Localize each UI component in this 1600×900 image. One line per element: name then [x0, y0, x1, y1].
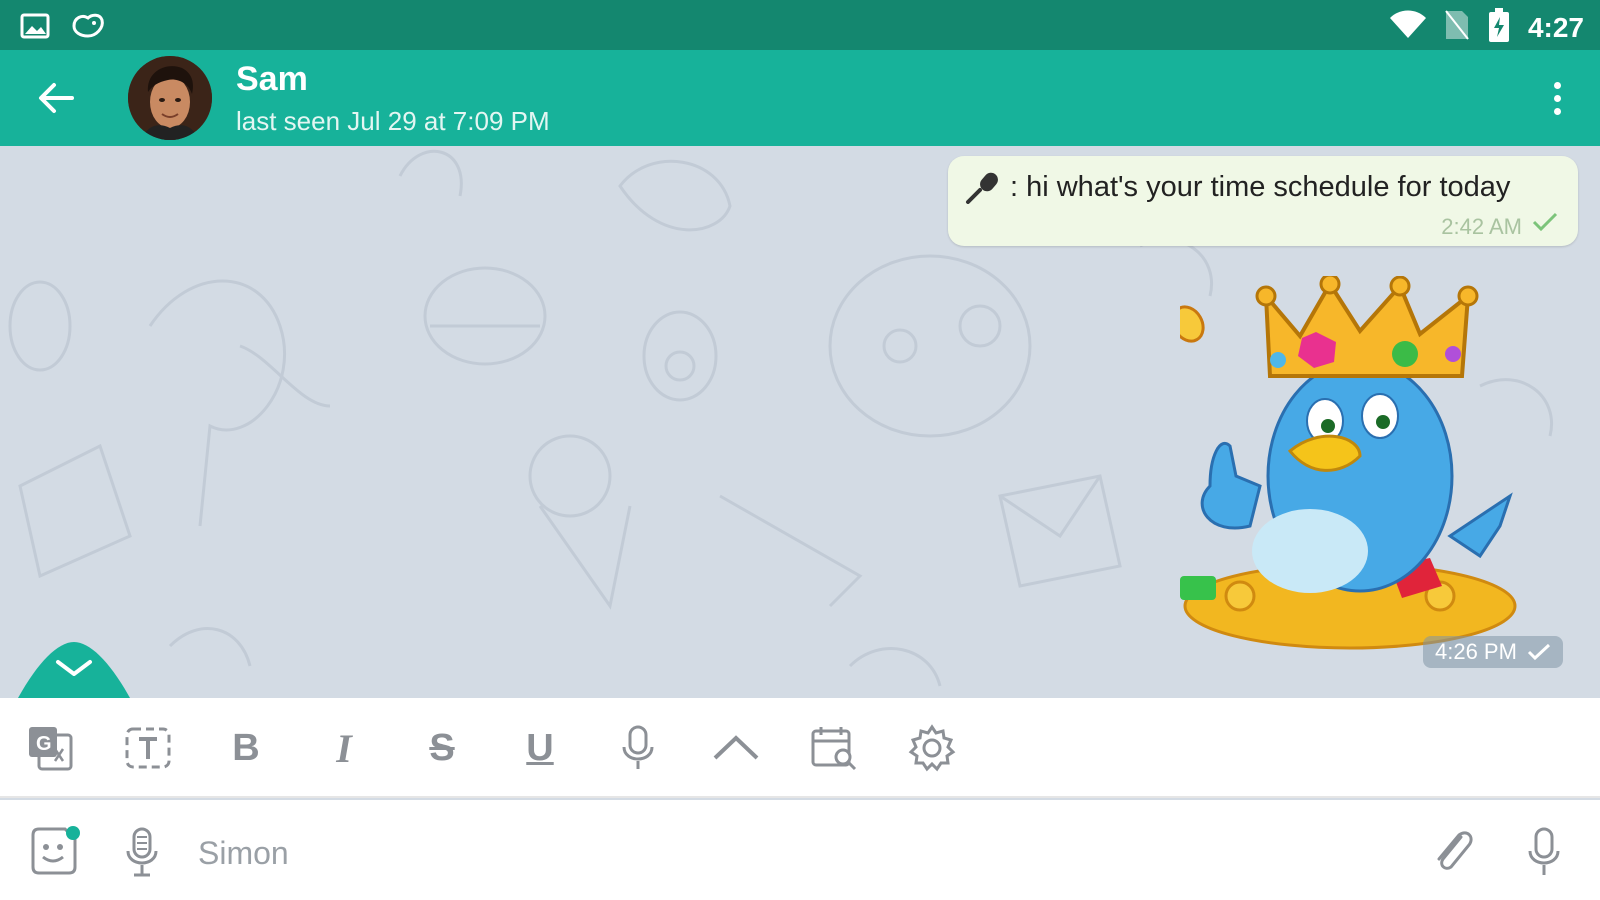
status-bar: 4:27	[0, 0, 1600, 50]
calendar-search-icon	[811, 727, 857, 771]
chat-header: Sam last seen Jul 29 at 7:09 PM	[0, 50, 1600, 146]
bold-icon: B	[232, 726, 260, 769]
voice-typing-button[interactable]	[610, 720, 666, 776]
status-time: 4:27	[1527, 11, 1584, 43]
message-input[interactable]	[198, 828, 1378, 878]
schedule-search-button[interactable]	[806, 720, 862, 776]
avatar[interactable]	[128, 56, 212, 140]
strikethrough-button[interactable]: S	[414, 720, 470, 776]
translate-button[interactable]: G	[22, 720, 78, 776]
bird-icon	[70, 12, 106, 45]
text-box-icon	[125, 727, 171, 769]
paperclip-icon	[1437, 831, 1473, 870]
attach-button[interactable]	[1424, 822, 1484, 882]
image-icon	[20, 13, 50, 44]
italic-button[interactable]: I	[316, 720, 372, 776]
formatting-toolbar: G B I S U	[0, 698, 1600, 798]
bold-button[interactable]: B	[218, 720, 274, 776]
arrow-left-icon	[39, 83, 74, 113]
microphone-outline-icon	[126, 827, 158, 877]
sticker-time: 4:26 PM	[1435, 639, 1517, 664]
more-options-button[interactable]	[1542, 76, 1572, 120]
record-voice-button[interactable]	[1514, 822, 1574, 882]
contact-name[interactable]: Sam	[236, 60, 308, 99]
back-button[interactable]	[30, 76, 82, 120]
message-text-row: : hi what's your time schedule for today	[964, 170, 1510, 204]
svg-text:G: G	[36, 733, 52, 755]
crowned-blue-bird-sticker[interactable]	[1180, 276, 1560, 656]
message-text: : hi what's your time schedule for today	[1010, 170, 1511, 203]
voice-input-button[interactable]	[112, 822, 172, 882]
scroll-down-button[interactable]	[18, 642, 130, 698]
wifi-icon	[1389, 10, 1426, 45]
check-icon	[1532, 212, 1558, 232]
gear-icon	[908, 724, 956, 772]
contact-last-seen: last seen Jul 29 at 7:09 PM	[236, 106, 550, 136]
no-sim-icon	[1444, 9, 1470, 46]
text-box-button[interactable]	[120, 720, 176, 776]
sticker-smile-icon	[31, 826, 80, 875]
more-vertical-icon	[1553, 81, 1561, 89]
message-input-bar	[0, 800, 1600, 900]
message-time: 2:42 AM	[1441, 214, 1522, 239]
battery-charging-icon	[1488, 8, 1510, 47]
check-icon	[1527, 643, 1550, 661]
emoji-sticker-button[interactable]	[24, 822, 84, 882]
collapse-toolbar-button[interactable]	[708, 720, 764, 776]
strikethrough-icon: S	[429, 726, 455, 769]
microphone-icon	[1528, 827, 1560, 875]
microphone-icon	[966, 172, 998, 204]
translate-icon: G	[29, 727, 73, 771]
microphone-outline-icon	[622, 725, 654, 769]
underline-button[interactable]: U	[512, 720, 568, 776]
underline-icon: U	[526, 726, 554, 769]
chevron-up-icon	[713, 735, 759, 760]
settings-button[interactable]	[904, 720, 960, 776]
sticker-time-badge: 4:26 PM	[1423, 636, 1563, 668]
chat-area[interactable]: : hi what's your time schedule for today…	[0, 146, 1600, 698]
message-bubble[interactable]: : hi what's your time schedule for today…	[948, 156, 1578, 246]
italic-icon: I	[336, 725, 352, 771]
